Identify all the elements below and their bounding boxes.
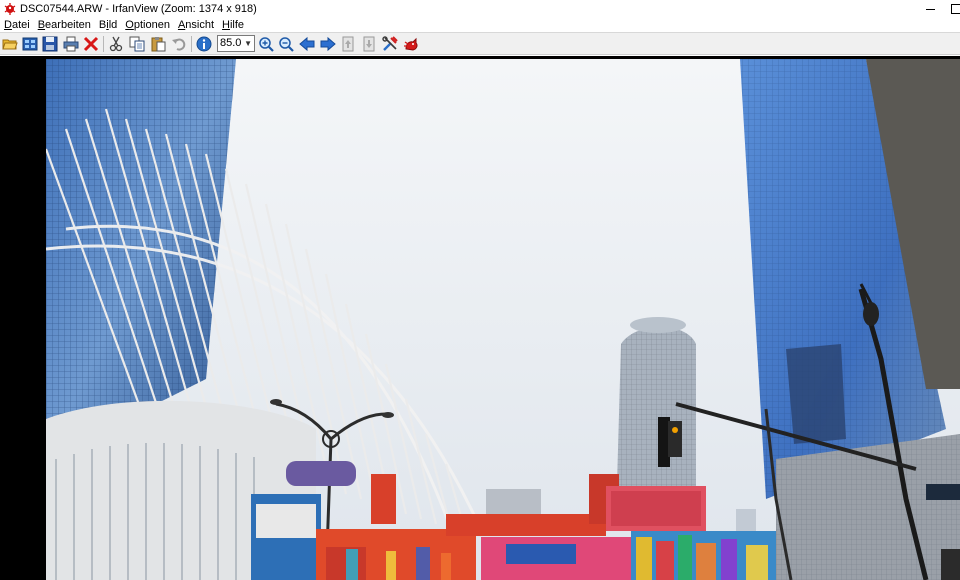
info-button[interactable] [195,35,213,53]
settings-button[interactable] [381,35,399,53]
cut-button[interactable] [107,35,125,53]
menu-ansicht[interactable]: Ansicht [174,19,218,31]
thumbnails-button[interactable] [21,35,39,53]
info-icon [196,36,212,52]
thumbnails-icon [22,37,38,51]
save-icon [42,36,58,52]
page-down-icon [363,36,375,52]
page-down-button[interactable] [360,35,378,53]
print-icon [63,36,79,52]
minimize-icon [925,9,935,10]
menu-hilfe[interactable]: Hilfe [218,19,248,31]
open-icon [2,39,18,50]
paste-button[interactable] [149,35,167,53]
undo-button[interactable] [170,35,188,53]
next-icon [320,36,336,52]
delete-button[interactable] [82,35,100,53]
maximize-button[interactable] [942,0,960,17]
cut-icon [109,36,123,52]
photo-image [46,59,960,580]
toolbar-separator [191,36,192,52]
zoom-select[interactable]: 85.0 ▼ [217,35,255,52]
irfanview-logo-icon [404,37,418,51]
zoom-in-icon [259,37,274,52]
maximize-icon [951,3,960,14]
menu-bearbeiten[interactable]: Bearbeiten [34,19,95,31]
menu-optionen[interactable]: Optionen [121,19,174,31]
settings-icon [382,36,398,51]
irfanview-button[interactable] [402,35,420,53]
zoom-out-icon [279,37,294,52]
irfanview-icon [4,2,16,15]
previous-icon [299,36,315,52]
zoom-in-button[interactable] [257,35,275,53]
toolbar-separator [103,36,104,52]
chevron-down-icon: ▼ [244,39,252,48]
toolbar: 85.0 ▼ [0,32,960,55]
page-up-button[interactable] [339,35,357,53]
image-viewport[interactable] [0,56,960,580]
open-button[interactable] [1,35,19,53]
print-button[interactable] [62,35,80,53]
copy-button[interactable] [128,35,146,53]
menu-bar: Datei Bearbeiten Bild Optionen Ansicht H… [0,17,960,32]
zoom-out-button[interactable] [277,35,295,53]
menu-bild[interactable]: Bild [95,19,121,31]
paste-icon [151,37,166,52]
menu-datei[interactable]: Datei [0,19,34,31]
copy-icon [129,36,145,52]
window-title: DSC07544.ARW - IrfanView (Zoom: 1374 x 9… [20,2,257,15]
page-up-icon [342,36,354,52]
title-bar: DSC07544.ARW - IrfanView (Zoom: 1374 x 9… [0,0,960,17]
save-button[interactable] [41,35,59,53]
next-button[interactable] [319,35,337,53]
undo-icon [172,38,186,51]
previous-button[interactable] [298,35,316,53]
zoom-value: 85.0 [220,37,242,49]
delete-icon [83,36,99,52]
minimize-button[interactable] [916,0,944,17]
